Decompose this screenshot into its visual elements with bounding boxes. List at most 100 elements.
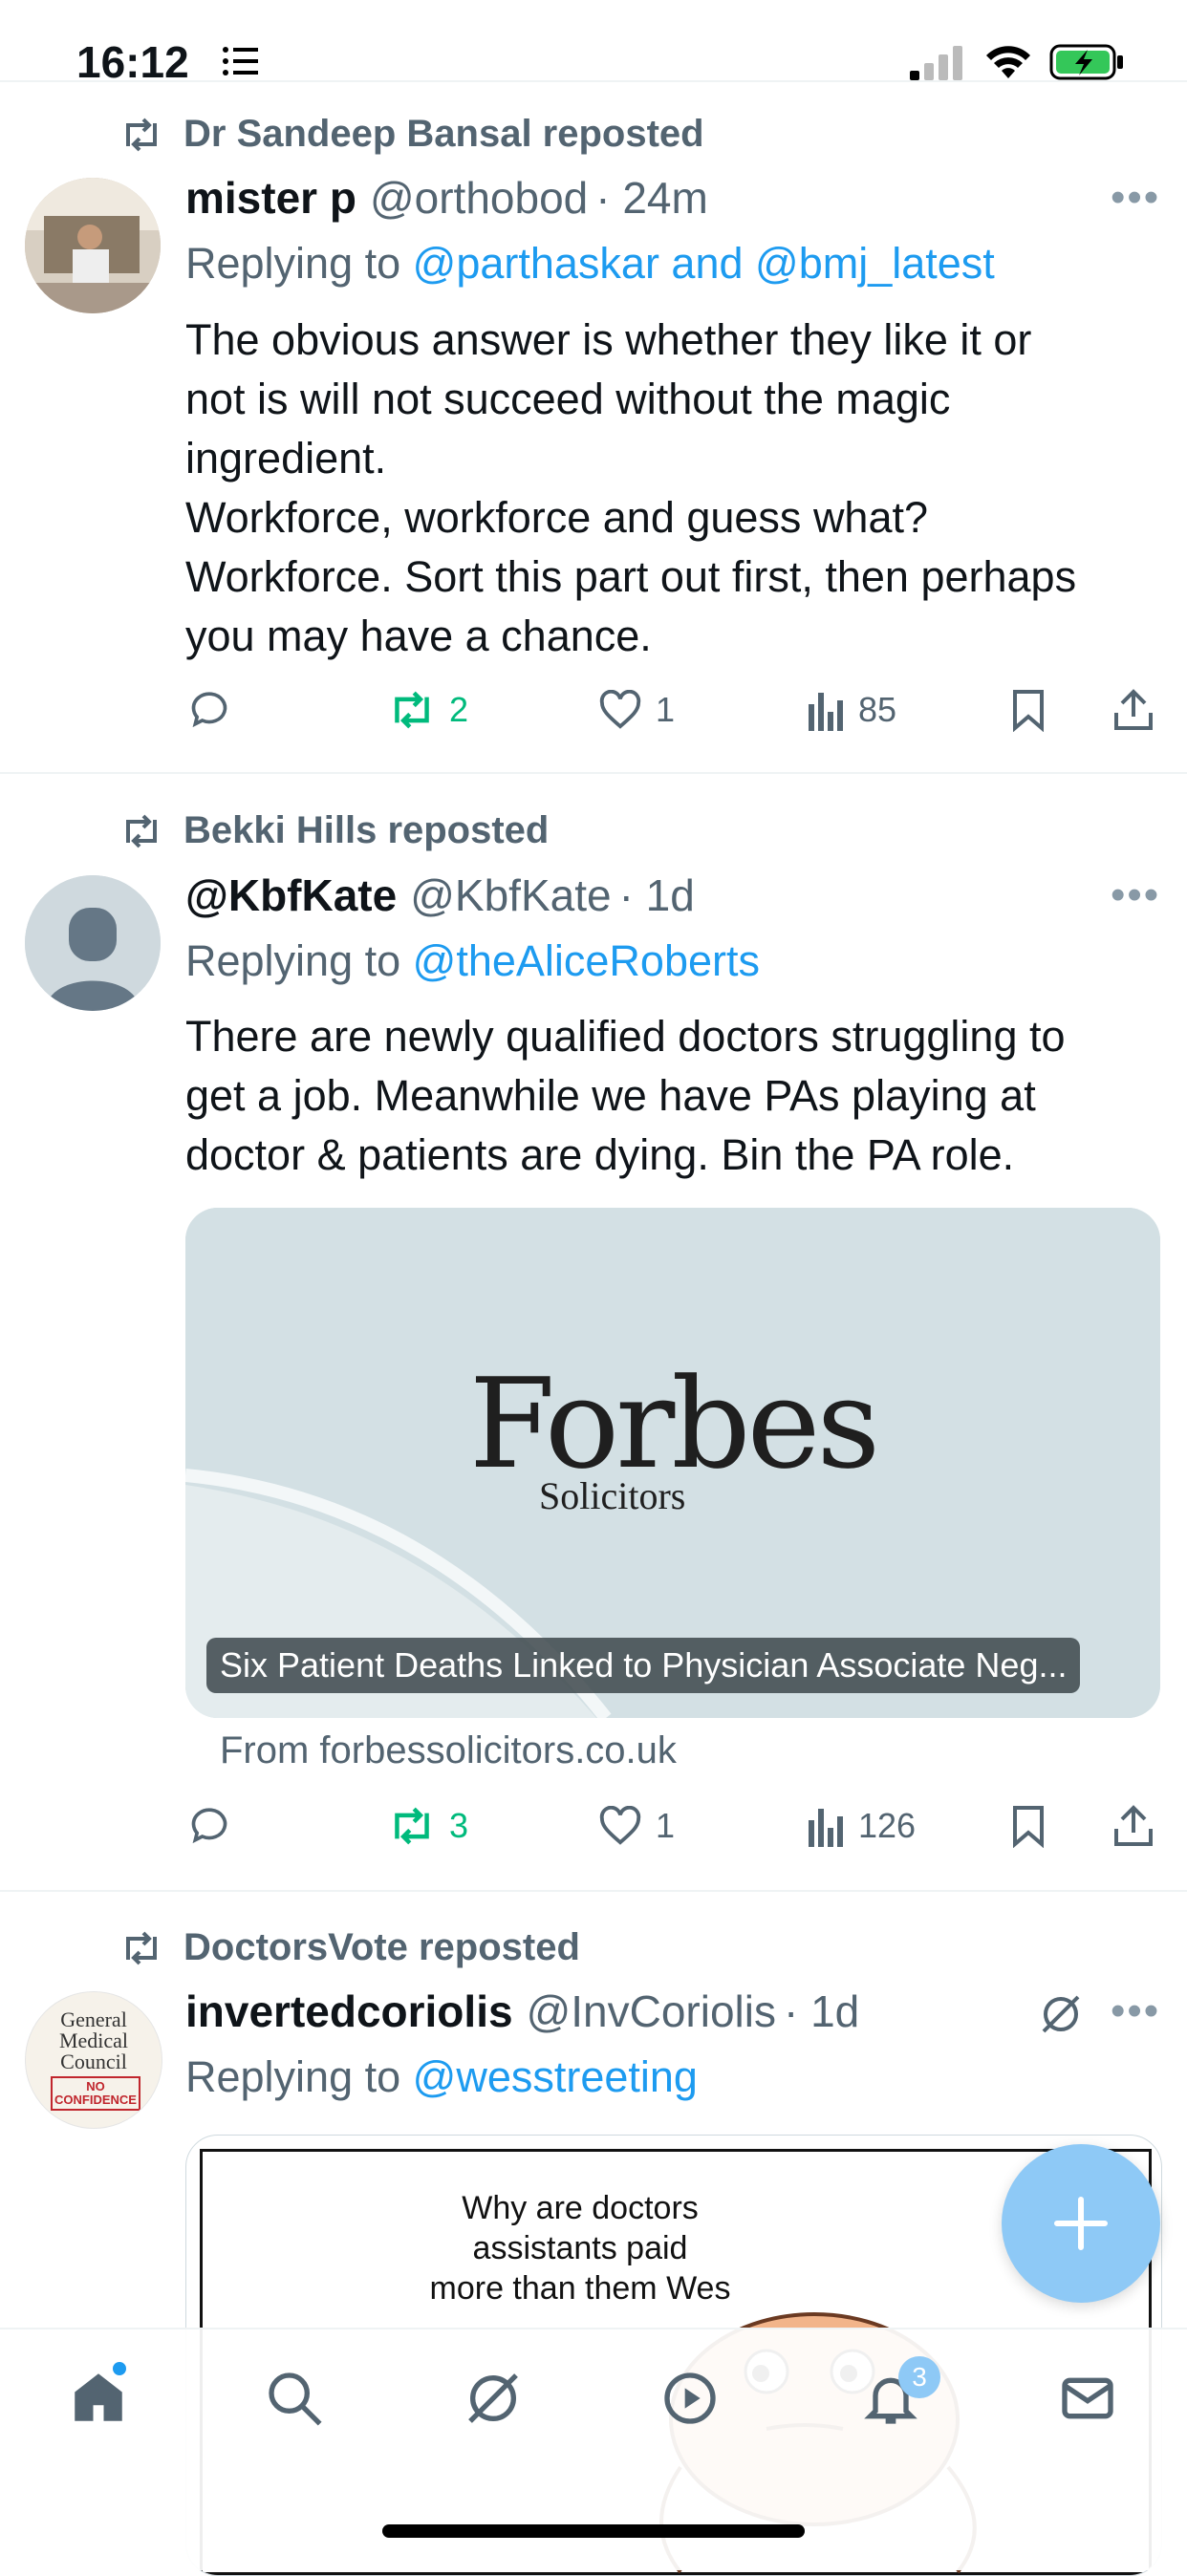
heart-icon [599,1806,641,1845]
post-text-line: get a job. Meanwhile we have PAs playing… [185,1071,1036,1120]
grok-icon[interactable] [1038,1991,1084,2037]
like-button[interactable]: 1 [598,1806,675,1846]
nav-search[interactable] [264,2368,325,2429]
like-count: 1 [656,690,676,729]
mail-icon [1062,2377,1113,2419]
replying-to-label: Replying to [185,2052,413,2101]
views-button[interactable]: 85 [807,689,896,731]
card-title: Six Patient Deaths Linked to Physician A… [206,1638,1081,1693]
share-icon [1114,689,1153,730]
avatar-text: Council [60,2050,127,2073]
more-options-icon[interactable]: ••• [1111,871,1160,919]
default-avatar[interactable] [25,875,161,1011]
divider [0,1890,1187,1892]
play-circle-icon [664,2372,716,2424]
nav-notifications[interactable]: 3 [860,2356,940,2429]
nav-grok[interactable] [463,2368,524,2429]
bookmark-button[interactable] [1011,1804,1046,1848]
handle[interactable]: @KbfKate [410,869,611,921]
views-icon [809,1809,843,1847]
post-text-line: ingredient. [185,434,387,483]
replying-to-label: Replying to [185,239,413,288]
timestamp[interactable]: · 24m [595,172,708,224]
post-text-line: Workforce. Sort this part out first, the… [185,552,1077,601]
post-actions: 3 1 126 [0,1802,1187,1850]
display-name[interactable]: mister p [185,172,356,224]
post-text-line: you may have a chance. [185,612,652,660]
status-bar: 16:12 [0,0,1187,87]
views-button[interactable]: 126 [807,1805,916,1847]
display-name[interactable]: invertedcoriolis [185,1986,513,2037]
handle[interactable]: @InvCoriolis [527,1986,776,2037]
handle[interactable]: @orthobod [370,172,588,224]
bookmark-icon [1013,1806,1044,1848]
repost-label[interactable]: Bekki Hills reposted [183,809,549,852]
views-icon [809,693,843,731]
card-source[interactable]: From forbessolicitors.co.uk [220,1729,677,1772]
repost-indicator: Dr Sandeep Bansal reposted [120,113,704,156]
post-header: @KbfKate @KbfKate · 1d [185,869,695,921]
post-text: There are newly qualified doctors strugg… [185,1007,1179,1185]
reply-button[interactable] [187,689,231,731]
avatar-stamp-text: NO [86,2079,105,2093]
search-icon [269,2372,322,2426]
avatar-text: Medical [58,2029,129,2052]
bookmark-icon [1013,690,1044,732]
reply-mentions-link[interactable]: @parthaskar and @bmj_latest [413,239,995,288]
timestamp[interactable]: · 1d [619,869,695,921]
display-name[interactable]: @KbfKate [185,869,397,921]
views-count: 126 [858,1806,917,1845]
cellular-signal-icon [910,46,965,80]
link-card[interactable]: Forbes Solicitors Six Patient Deaths Lin… [185,1208,1160,1718]
retweet-count: 3 [449,1806,469,1845]
like-button[interactable]: 1 [598,690,675,730]
repost-label[interactable]: DoctorsVote reposted [183,1926,580,1969]
retweet-icon [126,814,157,848]
avatar-stamp-text: CONFIDENCE [54,2093,137,2107]
reply-icon [191,692,227,728]
comic-text: more than them Wes [429,2270,731,2307]
post-text-line: There are newly qualified doctors strugg… [185,1012,1066,1061]
comic-text: assistants paid [472,2230,688,2266]
wifi-icon [984,42,1032,80]
battery-charging-icon [1049,44,1126,80]
share-button[interactable] [1112,688,1155,732]
nav-messages[interactable] [1057,2368,1118,2429]
notification-badge: 3 [898,2356,940,2398]
nav-communities[interactable] [659,2368,721,2429]
status-time: 16:12 [76,37,189,87]
timestamp[interactable]: · 1d [784,1986,859,2037]
retweet-icon [126,1931,157,1964]
avatar-text: General [60,2007,127,2031]
plus-icon [1054,2197,1108,2250]
retweet-button[interactable]: 3 [388,1806,468,1846]
reply-mentions-link[interactable]: @wesstreeting [413,2052,698,2101]
reply-icon [191,1808,227,1844]
post-text-line: doctor & patients are dying. Bin the PA … [185,1130,1015,1179]
share-icon [1114,1805,1153,1846]
avatar[interactable]: General Medical Council NO CONFIDENCE [25,1991,162,2129]
retweet-icon [395,1807,429,1845]
bookmark-button[interactable] [1011,688,1046,732]
repost-label[interactable]: Dr Sandeep Bansal reposted [183,113,704,156]
avatar[interactable] [25,178,161,313]
views-count: 85 [858,690,897,729]
unread-dot [113,2362,126,2375]
reply-button[interactable] [187,1805,231,1847]
like-count: 1 [656,1806,676,1845]
compose-button[interactable] [1002,2144,1160,2303]
replying-to: Replying to @wesstreeting [185,2052,698,2102]
post-actions: 2 1 85 [0,686,1187,734]
more-options-icon[interactable]: ••• [1111,1987,1160,2035]
more-options-icon[interactable]: ••• [1111,174,1160,222]
post-header: invertedcoriolis @InvCoriolis · 1d [185,1986,859,2037]
share-button[interactable] [1112,1804,1155,1848]
post-text-line: The obvious answer is whether they like … [185,315,1032,364]
list-icon [222,46,260,76]
replying-to-label: Replying to [185,936,413,985]
reply-mentions-link[interactable]: @theAliceRoberts [413,936,760,985]
repost-indicator: DoctorsVote reposted [120,1926,580,1969]
post-text: The obvious answer is whether they like … [185,311,1179,666]
nav-home[interactable] [67,2362,130,2429]
retweet-button[interactable]: 2 [388,690,468,730]
